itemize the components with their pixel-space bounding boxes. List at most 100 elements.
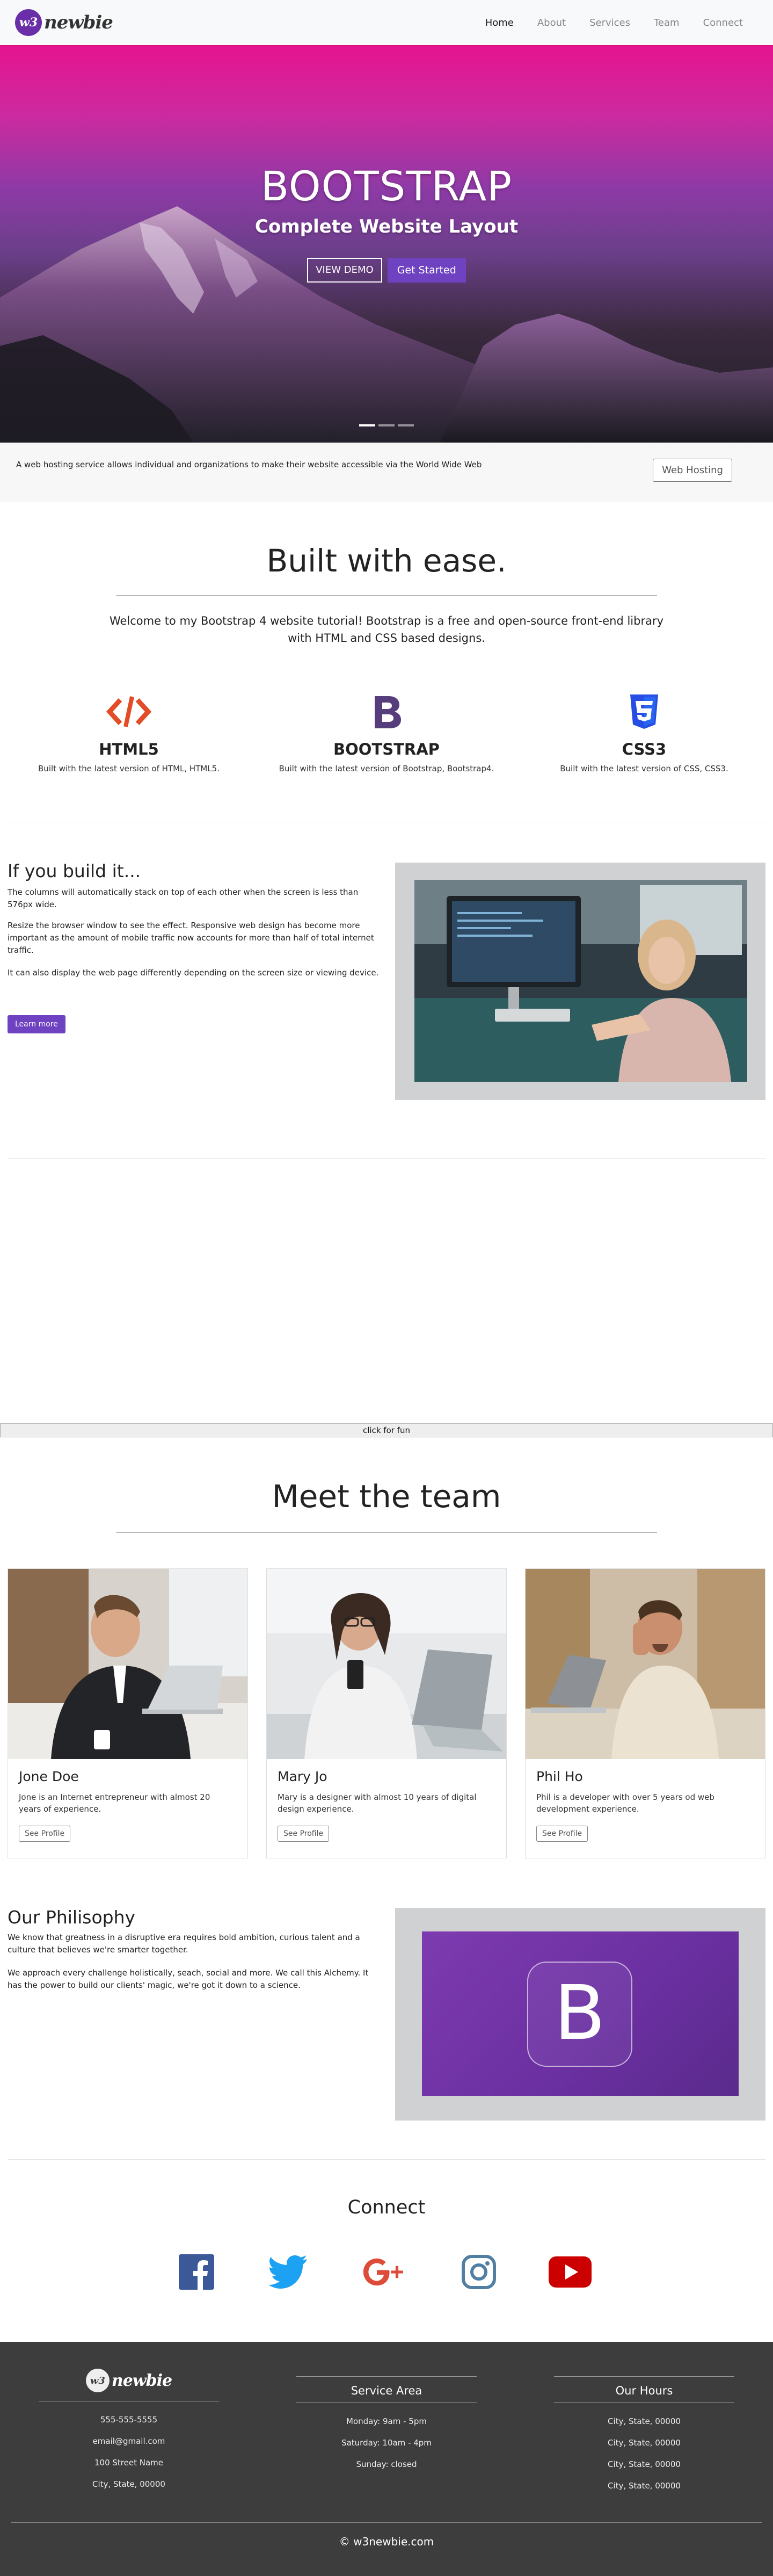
youtube-icon[interactable] — [549, 2251, 592, 2293]
build-paragraph: The columns will automatically stack on … — [8, 887, 359, 909]
footer-heading: Service Area — [351, 2384, 422, 2397]
team-member-bio: Jone is an Internet entrepreneur with al… — [19, 1792, 210, 1814]
brand-logo[interactable]: w3 newbie — [15, 9, 113, 36]
footer-hours-item: City, State, 00000 — [608, 2416, 681, 2426]
team-member-bio: Mary is a designer with almost 10 years … — [278, 1792, 477, 1814]
feature-bootstrap: BOOTSTRAP Built with the latest version … — [258, 693, 515, 773]
mountain-illustration — [0, 206, 773, 443]
footer-logo-badge: w3 — [85, 2369, 110, 2392]
nav-link-services[interactable]: Services — [589, 17, 630, 28]
team-card: Mary Jo Mary is a designer with almost 1… — [266, 1568, 507, 1858]
see-profile-button[interactable]: See Profile — [536, 1826, 588, 1842]
bootstrap-icon — [258, 693, 515, 730]
footer-hours-item: City, State, 00000 — [608, 2459, 681, 2469]
nav-link-team[interactable]: Team — [654, 17, 680, 28]
team-photo — [8, 1569, 247, 1759]
footer-contact: w3 newbie 555-555-5555 email@gmail.com 1… — [39, 2365, 219, 2495]
view-demo-button[interactable]: VIEW DEMO — [307, 258, 382, 283]
feature-html5: HTML5 Built with the latest version of H… — [0, 693, 258, 773]
nav-link-home[interactable]: Home — [485, 17, 514, 28]
hero-carousel[interactable]: BOOTSTRAP Complete Website Layout VIEW D… — [0, 45, 773, 443]
feature-desc: Built with the latest version of CSS, CS… — [560, 764, 728, 773]
footer-street: 100 Street Name — [94, 2458, 163, 2468]
ease-title: Built with ease. — [266, 542, 507, 579]
instagram-icon[interactable] — [457, 2251, 500, 2293]
see-profile-button[interactable]: See Profile — [19, 1826, 71, 1842]
feature-name: CSS3 — [622, 740, 667, 758]
team-member-bio: Phil is a developer with over 5 years od… — [536, 1792, 714, 1814]
css3-icon — [515, 693, 773, 730]
click-for-fun-button[interactable]: click for fun — [0, 1423, 773, 1437]
feature-name: BOOTSTRAP — [333, 740, 440, 758]
get-started-button[interactable]: Get Started — [387, 258, 466, 283]
footer-heading: Our Hours — [615, 2384, 673, 2397]
footer-service-area: Service Area Monday: 9am - 5pm Saturday:… — [296, 2365, 477, 2475]
ease-divider — [116, 595, 657, 596]
footer: w3 newbie 555-555-5555 email@gmail.com 1… — [0, 2342, 773, 2576]
twitter-icon[interactable] — [266, 2251, 309, 2293]
section-divider — [8, 2159, 765, 2160]
footer-divider — [554, 2376, 734, 2377]
team-member-name: Jone Doe — [19, 1769, 79, 1784]
footer-phone: 555-555-5555 — [100, 2415, 158, 2425]
team-photo — [526, 1569, 765, 1759]
feature-name: HTML5 — [99, 740, 159, 758]
footer-logo: w3 newbie — [39, 2365, 219, 2396]
hosting-banner: A web hosting service allows individual … — [0, 443, 773, 502]
team-card: Jone Doe Jone is an Internet entrepreneu… — [8, 1568, 248, 1858]
carousel-indicators — [0, 424, 773, 426]
team-card: Phil Ho Phil is a developer with over 5 … — [525, 1568, 765, 1858]
philosophy-title: Our Philisophy — [8, 1907, 136, 1928]
footer-hours-item: City, State, 00000 — [608, 2481, 681, 2491]
team-divider — [116, 1532, 657, 1533]
bootstrap-logo: B — [527, 1962, 632, 2067]
google-plus-icon[interactable] — [363, 2251, 406, 2293]
hero-title: BOOTSTRAP — [260, 162, 513, 210]
feature-desc: Built with the latest version of Bootstr… — [279, 764, 494, 773]
hero-buttons: VIEW DEMO Get Started — [0, 258, 773, 283]
build-title: If you build it... — [8, 860, 141, 881]
photo-frame — [395, 863, 765, 1100]
photo-frame: B — [395, 1908, 765, 2121]
footer-city: City, State, 00000 — [92, 2479, 165, 2489]
team-title: Meet the team — [272, 1478, 501, 1515]
carousel-indicator[interactable] — [378, 424, 395, 426]
team-member-name: Mary Jo — [278, 1769, 327, 1784]
feature-desc: Built with the latest version of HTML, H… — [38, 764, 220, 773]
office-photo — [414, 880, 747, 1082]
code-icon — [0, 693, 258, 730]
philosophy-paragraph: We know that greatness in a disruptive e… — [8, 1933, 360, 1955]
team-member-name: Phil Ho — [536, 1769, 583, 1784]
nav-links: Home About Services Team Connect — [485, 0, 743, 45]
footer-logo-text: newbie — [111, 2371, 172, 2390]
connect-title: Connect — [347, 2197, 426, 2218]
build-paragraph: It can also display the web page differe… — [8, 968, 379, 978]
web-hosting-button[interactable]: Web Hosting — [653, 459, 732, 482]
nav-link-connect[interactable]: Connect — [703, 17, 743, 28]
carousel-indicator[interactable] — [359, 424, 375, 426]
see-profile-button[interactable]: See Profile — [278, 1826, 330, 1842]
carousel-indicator[interactable] — [398, 424, 414, 426]
logo-text: newbie — [44, 12, 113, 33]
section-divider — [8, 1158, 765, 1159]
footer-divider — [296, 2376, 477, 2377]
footer-email: email@gmail.com — [92, 2436, 165, 2446]
feature-css3: CSS3 Built with the latest version of CS… — [515, 693, 773, 773]
navbar: w3 newbie Home About Services Team Conne… — [0, 0, 773, 45]
footer-service-item: Saturday: 10am - 4pm — [341, 2438, 432, 2448]
nav-link-about[interactable]: About — [537, 17, 566, 28]
bootstrap-banner: B — [422, 1931, 739, 2096]
copyright: © w3newbie.com — [339, 2535, 434, 2548]
footer-hours-item: City, State, 00000 — [608, 2438, 681, 2448]
philosophy-paragraph: We approach every challenge holistically… — [8, 1968, 369, 1990]
team-photo — [267, 1569, 506, 1759]
logo-badge: w3 — [15, 9, 42, 36]
welcome-text: Welcome to my Bootstrap 4 website tutori… — [109, 614, 664, 645]
facebook-icon[interactable] — [175, 2251, 218, 2293]
hero-subtitle: Complete Website Layout — [254, 216, 519, 237]
footer-service-item: Sunday: closed — [356, 2459, 417, 2469]
hosting-text: A web hosting service allows individual … — [16, 460, 482, 469]
footer-bottom-divider — [11, 2522, 762, 2523]
learn-more-button[interactable]: Learn more — [8, 1015, 65, 1033]
build-paragraph: Resize the browser window to see the eff… — [8, 921, 374, 955]
